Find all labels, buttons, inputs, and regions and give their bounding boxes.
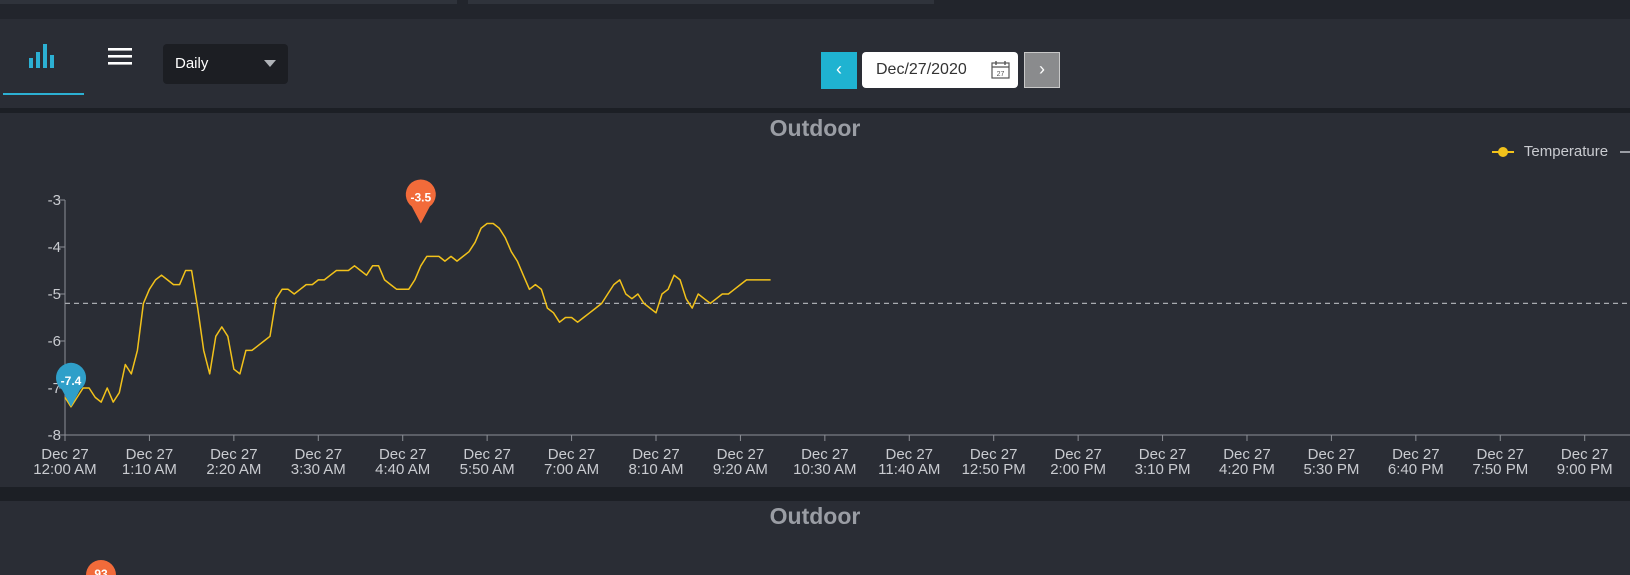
- max-marker-label-2: 93: [94, 567, 108, 575]
- partial-chart-2: 93: [86, 560, 116, 575]
